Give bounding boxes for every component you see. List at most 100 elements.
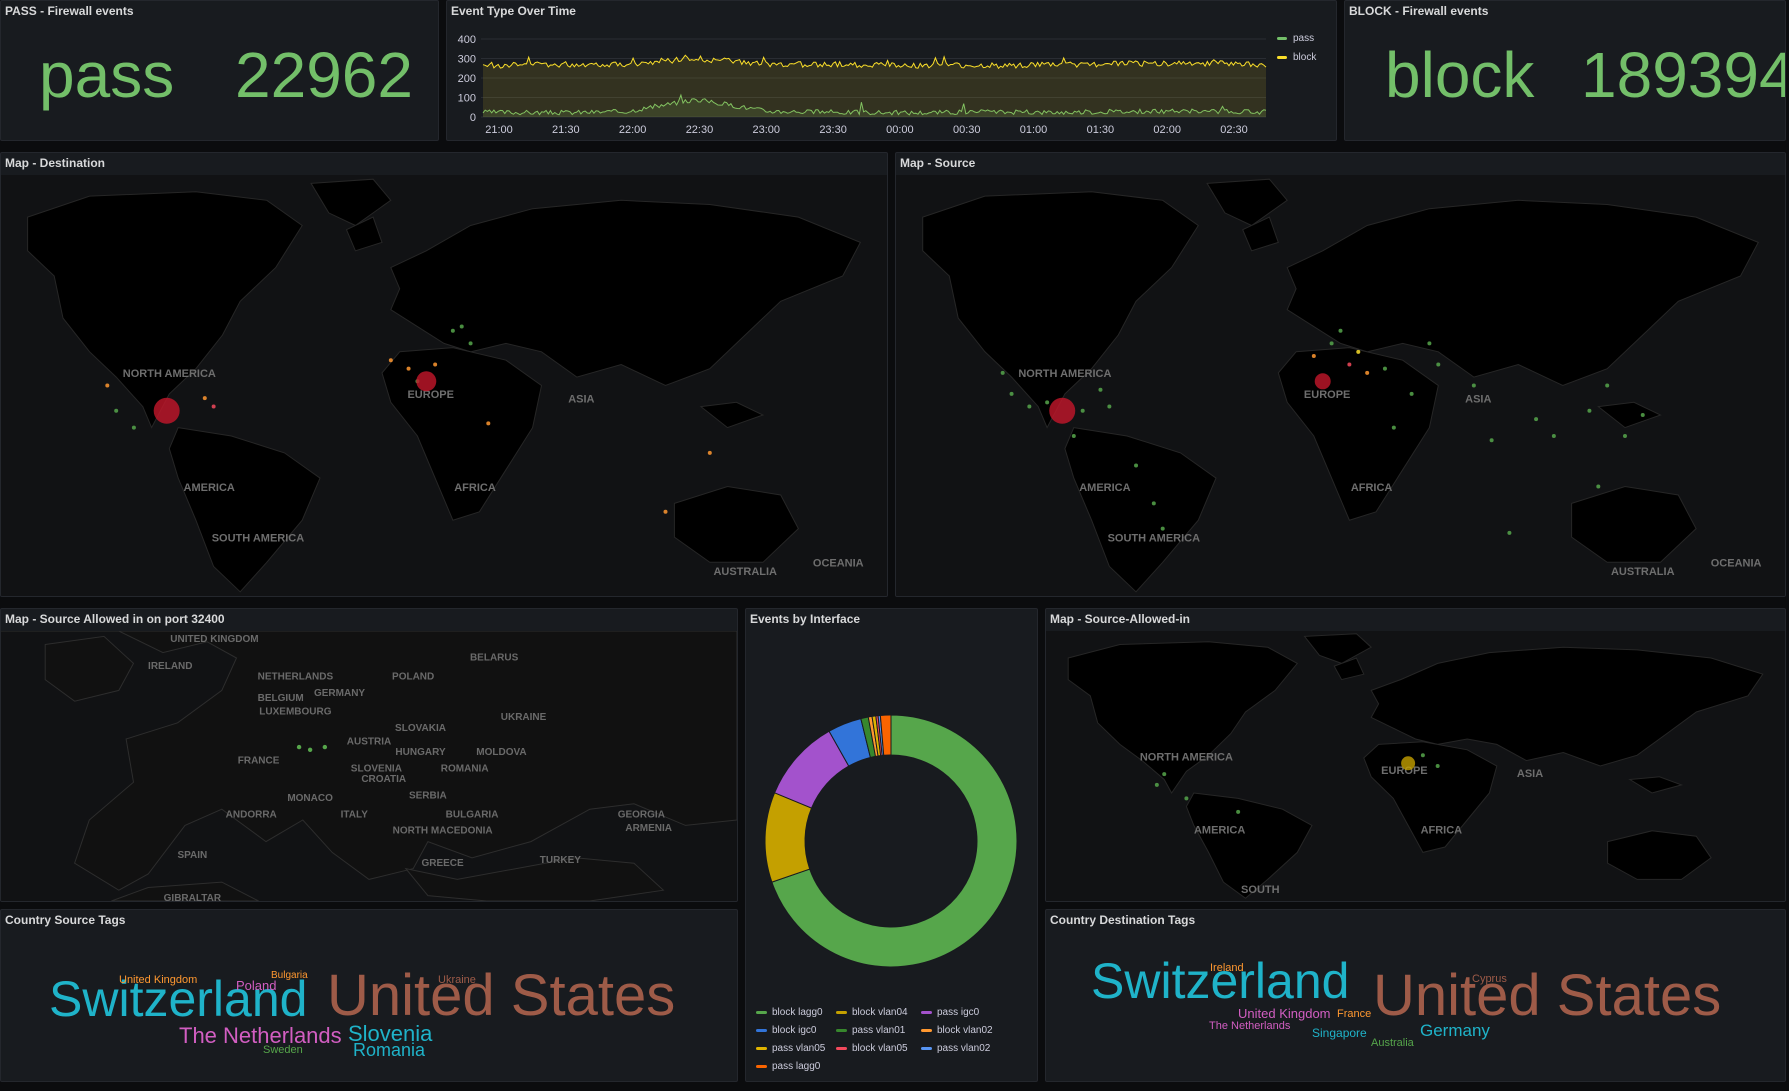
map-region-label: OCEANIA	[813, 558, 864, 570]
x-tick-label: 00:00	[886, 124, 914, 136]
map-marker	[1107, 404, 1112, 409]
legend-item[interactable]: block igc0	[756, 1025, 816, 1036]
map-region-label: ARMENIA	[625, 823, 672, 834]
land-shape	[1206, 178, 1288, 227]
tag-romania[interactable]: Romania	[353, 1041, 425, 1059]
donut-chart[interactable]	[746, 631, 1037, 971]
map-region-label: AFRICA	[1421, 825, 1463, 837]
map-region-label: EUROPE	[407, 389, 453, 401]
legend-swatch	[756, 1010, 767, 1014]
tag-united-states[interactable]: United States	[327, 967, 675, 1025]
map-region-label: SOUTH	[1241, 884, 1280, 896]
legend-item[interactable]: block vlan02	[921, 1025, 993, 1036]
map-destination-title[interactable]: Map - Destination	[5, 156, 105, 170]
map-region-label: NORTH AMERICA	[123, 368, 216, 380]
tag-the-netherlands[interactable]: The Netherlands	[1209, 1021, 1290, 1032]
tag-france[interactable]: France	[1337, 1009, 1371, 1020]
map-marker	[1507, 530, 1512, 535]
map-marker	[1311, 354, 1316, 359]
map-region-label: ASIA	[1517, 768, 1543, 780]
map-source-title[interactable]: Map - Source	[900, 156, 975, 170]
map-source-canvas[interactable]: NORTH AMERICA EUROPE ASIA AFRICA AMERICA SOUT…	[896, 175, 1785, 596]
land-shape	[1067, 641, 1299, 794]
legend-item[interactable]: pass vlan01	[836, 1025, 905, 1036]
map-region-label: EUROPE	[1304, 389, 1350, 401]
tag-ireland[interactable]: Ireland	[1210, 963, 1244, 974]
map-marker	[1160, 526, 1165, 531]
map-region-label: SLOVAKIA	[395, 723, 446, 734]
legend-item[interactable]: block lagg0	[756, 1007, 823, 1018]
map-destination-canvas[interactable]: NORTH AMERICA EUROPE ASIA AFRICA AMERICA SOUT…	[1, 175, 887, 596]
legend-item[interactable]: pass vlan02	[921, 1043, 990, 1054]
tag-bulgaria[interactable]: Bulgaria	[271, 971, 308, 981]
x-tick-label: 01:00	[1020, 124, 1048, 136]
map-region-label: TURKEY	[540, 855, 581, 866]
block-stat-panel: BLOCK - Firewall events block 189394	[1344, 0, 1786, 141]
land-shape	[1597, 401, 1662, 429]
map-region-label: IRELAND	[148, 661, 192, 672]
tag-united-kingdom[interactable]: United Kingdom	[1238, 1007, 1331, 1020]
legend-item[interactable]: block vlan04	[836, 1007, 908, 1018]
legend-swatch	[756, 1028, 767, 1032]
timeseries-chart[interactable]: 0 100 200 300 400 21:00 21:30 22:00 22:30 23:00 23…	[447, 1, 1336, 140]
tag-united-states[interactable]: United States	[1373, 967, 1721, 1025]
map-allowed-port-title[interactable]: Map - Source Allowed in on port 32400	[5, 612, 225, 626]
legend-label: block vlan04	[852, 1007, 908, 1018]
tag-australia[interactable]: Australia	[1371, 1038, 1414, 1049]
map-source-panel: Map - Source NORTH AMERICA EUROPE ASIA AFRI…	[895, 152, 1786, 597]
pass-panel-title[interactable]: PASS - Firewall events	[5, 4, 134, 18]
tag-sweden[interactable]: Sweden	[263, 1045, 303, 1056]
map-allowed-port-canvas[interactable]: UNITED KINGDOM IRELAND NETHERLANDS BELGIUM L…	[1, 631, 737, 901]
map-marker	[433, 362, 438, 367]
tag-cyprus[interactable]: Cyprus	[1472, 974, 1507, 985]
land-shape	[44, 635, 135, 702]
tag-united-kingdom[interactable]: United Kingdom	[119, 975, 197, 986]
map-marker	[1605, 383, 1610, 388]
pass-value: 22962	[235, 39, 413, 111]
map-region-label: UKRAINE	[501, 712, 547, 723]
map-region-label: ANDORRA	[226, 809, 277, 820]
legend-swatch	[921, 1028, 932, 1032]
event-type-timeseries-panel: Event Type Over Time 0 100 200 300 400 21:00 2…	[446, 0, 1337, 141]
tag-ukraine[interactable]: Ukraine	[438, 975, 476, 986]
map-region-label: NORTH MACEDONIA	[393, 826, 493, 837]
pass-label: pass	[39, 39, 175, 111]
map-region-label: AMERICA	[184, 482, 235, 494]
donut-title[interactable]: Events by Interface	[750, 612, 860, 626]
y-tick-label: 400	[458, 34, 476, 46]
land-shape	[1571, 485, 1697, 563]
legend-item[interactable]: block vlan05	[836, 1043, 908, 1054]
series-area-block	[483, 55, 1266, 117]
map-allowed-in-title[interactable]: Map - Source-Allowed-in	[1050, 612, 1190, 626]
map-region-label: NORTH AMERICA	[1018, 368, 1111, 380]
map-region-label: SPAIN	[177, 850, 207, 861]
legend-swatch	[836, 1010, 847, 1014]
destination-tag-cloud: United States Switzerland Germany United Ki…	[1046, 910, 1785, 1081]
tag-the-netherlands[interactable]: The Netherlands	[179, 1025, 342, 1047]
legend-label: pass vlan01	[852, 1025, 906, 1036]
map-marker	[1622, 434, 1627, 439]
legend-label: block vlan05	[852, 1043, 908, 1054]
legend-item[interactable]: pass lagg0	[756, 1061, 820, 1072]
map-marker	[1000, 370, 1005, 375]
legend-swatch	[836, 1046, 847, 1050]
map-marker	[131, 425, 136, 430]
map-region-label: AUSTRALIA	[1611, 566, 1675, 578]
map-marker	[1080, 408, 1085, 413]
map-marker	[1436, 362, 1441, 367]
legend-item[interactable]: pass vlan05	[756, 1043, 825, 1054]
map-marker	[1045, 400, 1050, 405]
x-tick-label: 01:30	[1087, 124, 1115, 136]
land-shape	[673, 485, 800, 563]
map-allowed-in-canvas[interactable]: NORTH AMERICA EUROPE ASIA AFRICA AMERICA SOUT…	[1046, 631, 1785, 901]
tag-singapore[interactable]: Singapore	[1312, 1027, 1367, 1039]
map-region-label: GEORGIA	[618, 809, 665, 820]
map-marker	[114, 408, 119, 413]
map-region-label: ITALY	[341, 809, 369, 820]
x-tick-label: 00:30	[953, 124, 981, 136]
tag-germany[interactable]: Germany	[1420, 1022, 1490, 1039]
source-tag-cloud: United States Switzerland The Netherlands S…	[1, 910, 737, 1081]
legend-item[interactable]: pass igc0	[921, 1007, 979, 1018]
map-marker	[1471, 383, 1476, 388]
block-panel-title[interactable]: BLOCK - Firewall events	[1349, 4, 1488, 18]
